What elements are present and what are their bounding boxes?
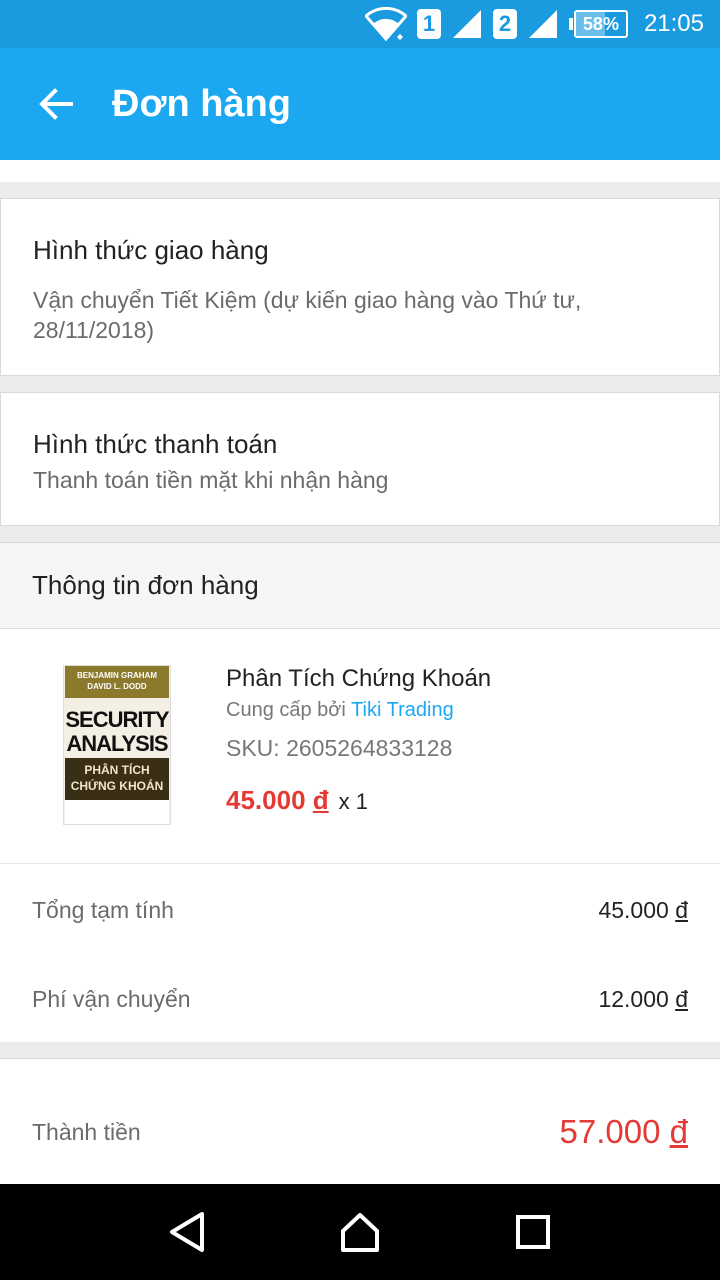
- grand-total-row: Thành tiền 57.000 đ: [32, 1109, 688, 1155]
- signal-icon: [527, 8, 559, 40]
- shipping-label: Phí vận chuyển: [32, 985, 191, 1012]
- grand-total-label: Thành tiền: [32, 1118, 141, 1145]
- cover-title-line2: ANALYSIS: [66, 731, 168, 756]
- order-info-header: Thông tin đơn hàng: [0, 542, 720, 629]
- shipping-value: 12.000 đ: [598, 985, 688, 1012]
- product-sku: SKU: 2605264833128: [226, 735, 453, 761]
- system-nav-bar: [0, 1184, 720, 1280]
- product-image[interactable]: BENJAMIN GRAHAM DAVID L. DODD SECURITY A…: [63, 665, 171, 825]
- arrow-left-icon: [39, 88, 73, 120]
- wifi-icon: [364, 7, 407, 41]
- totals-section: Tổng tạm tính 45.000 đ Phí vận chuyển 12…: [0, 864, 720, 1042]
- shipping-row: Phí vận chuyển 12.000 đ: [32, 979, 688, 1019]
- home-icon: [340, 1213, 379, 1252]
- subtotal-row: Tổng tạm tính 45.000 đ: [32, 890, 688, 930]
- grand-total-value: 57.000 đ: [559, 1113, 688, 1150]
- order-content: Hình thức giao hàng Vận chuyển Tiết Kiệm…: [0, 160, 720, 1188]
- sim1-badge: 1: [416, 9, 441, 39]
- nav-recents-button[interactable]: [493, 1192, 573, 1272]
- nav-back-button[interactable]: [147, 1192, 227, 1272]
- delivery-card[interactable]: Hình thức giao hàng Vận chuyển Tiết Kiệm…: [0, 198, 720, 376]
- subtotal-value: 45.000 đ: [598, 896, 688, 923]
- app-bar: Đơn hàng: [0, 48, 720, 160]
- product-price: 45.000 đ: [226, 785, 329, 815]
- page-title: Đơn hàng: [112, 82, 291, 125]
- provider-link[interactable]: Tiki Trading: [351, 699, 454, 721]
- payment-card[interactable]: Hình thức thanh toán Thanh toán tiền mặt…: [0, 392, 720, 526]
- product-price-row: 45.000 đ x 1: [226, 785, 368, 816]
- signal-icon: [451, 8, 483, 40]
- subtotal-label: Tổng tạm tính: [32, 896, 174, 923]
- delivery-detail: Vận chuyển Tiết Kiệm (dự kiến giao hàng …: [33, 287, 582, 343]
- product-name[interactable]: Phân Tích Chứng Khoán: [226, 665, 491, 693]
- battery-percent: 58%: [582, 13, 619, 34]
- top-spacer: [0, 160, 720, 182]
- back-triangle-icon: [169, 1212, 204, 1252]
- product-quantity: x 1: [338, 789, 369, 814]
- battery-icon: 58%: [568, 10, 628, 38]
- product-item[interactable]: BENJAMIN GRAHAM DAVID L. DODD SECURITY A…: [0, 629, 720, 864]
- sim2-badge: 2: [492, 9, 517, 39]
- provider-prefix: Cung cấp bởi: [226, 699, 346, 721]
- cover-subtitle: PHÂN TÍCH CHỨNG KHOÁN: [65, 758, 169, 800]
- delivery-title: Hình thức giao hàng: [33, 235, 269, 265]
- status-bar: 1 2 58% 21:05: [0, 0, 720, 48]
- payment-detail: Thanh toán tiền mặt khi nhận hàng: [33, 467, 389, 493]
- product-provider: Cung cấp bởi Tiki Trading: [226, 699, 454, 722]
- payment-title: Hình thức thanh toán: [33, 429, 278, 459]
- screen: 1 2 58% 21:05 Đơn hàng Hình thức giao hà…: [0, 0, 720, 1280]
- cover-authors: BENJAMIN GRAHAM DAVID L. DODD: [65, 666, 169, 698]
- clock: 21:05: [643, 10, 704, 37]
- back-button[interactable]: [0, 48, 112, 160]
- grand-total-section: Thành tiền 57.000 đ: [0, 1058, 720, 1188]
- nav-home-button[interactable]: [320, 1192, 400, 1272]
- recents-square-icon: [516, 1215, 551, 1249]
- cover-title-line1: SECURITY: [65, 707, 169, 732]
